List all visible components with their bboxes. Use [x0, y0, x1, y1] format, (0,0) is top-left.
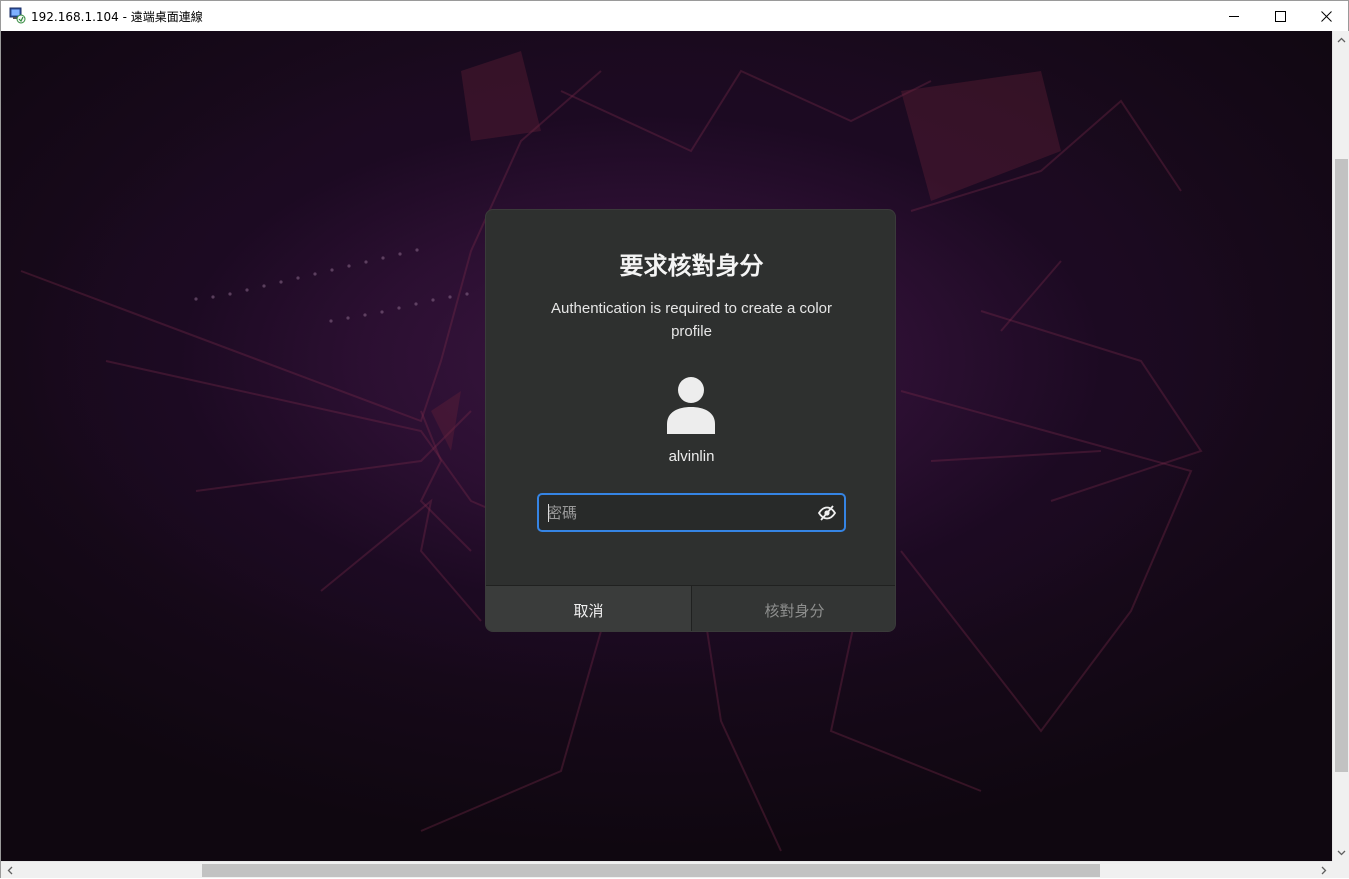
- window-title: 192.168.1.104 - 遠端桌面連線: [31, 10, 203, 24]
- reveal-password-button[interactable]: [817, 503, 837, 523]
- close-icon: [1320, 10, 1332, 22]
- chevron-up-icon: [1337, 37, 1346, 42]
- horizontal-scroll-thumb[interactable]: [202, 864, 1100, 877]
- chevron-left-icon: [7, 866, 12, 875]
- maximize-button[interactable]: [1257, 1, 1303, 31]
- title-bar[interactable]: 192.168.1.104 - 遠端桌面連線: [1, 1, 1348, 31]
- maximize-icon: [1274, 10, 1286, 22]
- vertical-scrollbar[interactable]: [1332, 31, 1349, 861]
- minimize-icon: [1228, 15, 1239, 17]
- scrollbar-corner: [1332, 861, 1349, 878]
- authentication-dialog: 要求核對身分 Authentication is required to cre…: [485, 209, 896, 632]
- username-label: alvinlin: [668, 448, 715, 465]
- scroll-down-button[interactable]: [1333, 844, 1349, 861]
- scroll-left-button[interactable]: [1, 862, 18, 879]
- cancel-button[interactable]: 取消: [486, 586, 692, 631]
- eye-slash-icon: [818, 505, 836, 521]
- dialog-message: Authentication is required to create a c…: [551, 300, 832, 340]
- dialog-title: 要求核對身分: [619, 252, 764, 280]
- remote-desktop-window: 192.168.1.104 - 遠端桌面連線 要求核對身分 Authentica…: [0, 0, 1349, 878]
- password-field[interactable]: [537, 493, 846, 532]
- remote-desktop-view[interactable]: 要求核對身分 Authentication is required to cre…: [1, 31, 1332, 861]
- authenticate-button[interactable]: 核對身分: [692, 586, 895, 631]
- chevron-down-icon: [1337, 850, 1346, 855]
- password-input[interactable]: [547, 495, 807, 530]
- scroll-right-button[interactable]: [1315, 862, 1332, 879]
- minimize-button[interactable]: [1211, 1, 1257, 31]
- dialog-button-row: 取消 核對身分: [486, 585, 895, 631]
- user-avatar-icon: [667, 377, 715, 434]
- text-cursor: [548, 504, 549, 522]
- horizontal-scrollbar[interactable]: [1, 861, 1332, 878]
- scroll-up-button[interactable]: [1333, 31, 1349, 48]
- vertical-scroll-thumb[interactable]: [1335, 159, 1348, 772]
- chevron-right-icon: [1321, 866, 1326, 875]
- remote-desktop-app-icon[interactable]: [9, 7, 26, 24]
- close-button[interactable]: [1303, 1, 1349, 31]
